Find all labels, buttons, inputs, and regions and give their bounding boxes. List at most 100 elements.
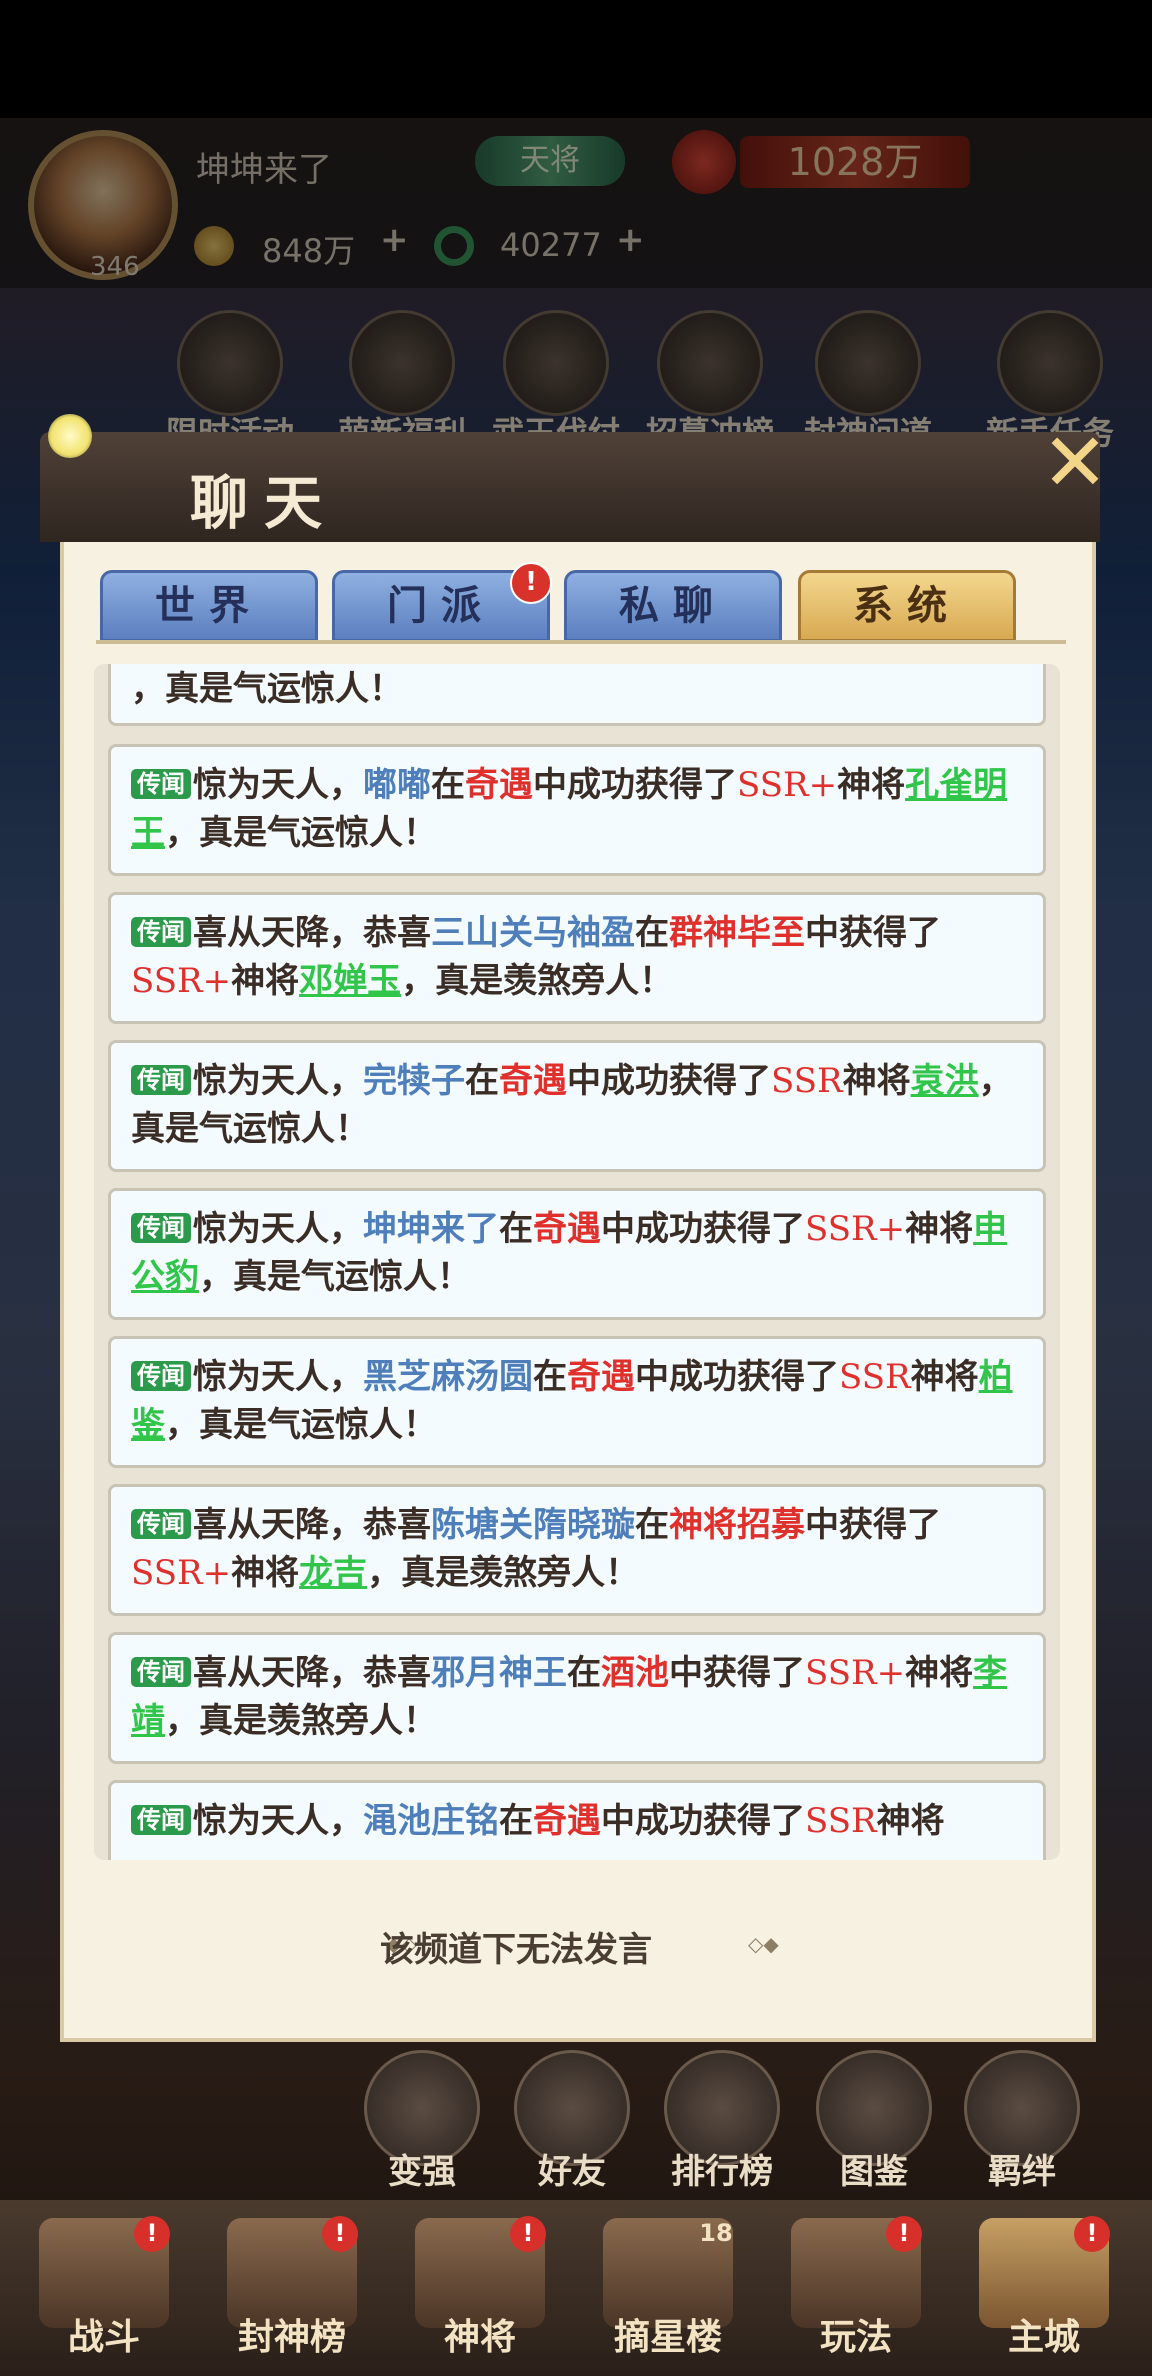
message-text: 惊为天人， <box>193 1061 363 1101</box>
message-text: 神将 <box>231 1553 300 1593</box>
message-text: SSR+ <box>805 1209 906 1249</box>
sect-alert-badge: ! <box>510 562 552 604</box>
lamp-icon <box>48 414 92 458</box>
nav-badge: ! <box>134 2216 170 2252</box>
general-link[interactable]: 邓婵玉 <box>299 961 401 1001</box>
event-name: 酒池 <box>601 1653 669 1693</box>
tab-world[interactable]: 世界 <box>100 570 318 642</box>
message-text: 在 <box>635 913 669 953</box>
rumor-tag: 传闻 <box>131 1361 191 1391</box>
general-link[interactable]: 龙吉 <box>299 1553 367 1593</box>
player-name-link[interactable]: 坤坤来了 <box>363 1209 499 1249</box>
message-text: 中成功获得了 <box>601 1209 805 1249</box>
message-text: SSR <box>839 1357 911 1397</box>
nav-count-badge: 18 <box>699 2219 733 2247</box>
event-name: 神将招募 <box>669 1505 805 1545</box>
nav-badge: ! <box>510 2216 546 2252</box>
message-text: 中获得了 <box>669 1653 805 1693</box>
codex-button[interactable]: 图鉴 <box>804 2050 944 2193</box>
event-name: 奇遇 <box>465 765 533 805</box>
message-text: 惊为天人， <box>193 1357 363 1397</box>
rumor-tag: 传闻 <box>131 1065 191 1095</box>
message-text: ，真是气运惊人！ <box>165 813 437 853</box>
nav-badge: ! <box>886 2216 922 2252</box>
nav-label: 玩法 <box>819 2316 892 2358</box>
message-text: ，真是羡煞旁人！ <box>401 961 674 1001</box>
diamond-ornament-right: ◇◆ <box>748 1932 779 1956</box>
message-text: 喜从天降，恭喜 <box>193 913 431 953</box>
message-item: 传闻 惊为天人，黑芝麻汤圆在奇遇中成功获得了SSR神将柏鉴，真是气运惊人！ <box>108 1336 1046 1468</box>
message-text: 中获得了 <box>805 913 941 953</box>
message-text: SSR+ <box>131 961 232 1001</box>
event-name: 群神毕至 <box>669 913 805 953</box>
message-text: 喜从天降，恭喜 <box>193 1505 431 1545</box>
message-text: ，真是羡煞旁人！ <box>367 1553 640 1593</box>
button-label: 羁绊 <box>988 2152 1056 2192</box>
event-name: 奇遇 <box>533 1801 601 1841</box>
close-button[interactable]: ✕ <box>1030 418 1120 508</box>
player-name-link[interactable]: 渑池庄铭 <box>363 1801 499 1841</box>
message-text: 惊为天人， <box>193 1209 363 1249</box>
rumor-tag: 传闻 <box>131 769 191 799</box>
leaderboard-button[interactable]: 排行榜 <box>652 2050 792 2193</box>
player-name-link[interactable]: 黑芝麻汤圆 <box>363 1357 533 1397</box>
tab-system[interactable]: 系统 <box>798 570 1016 642</box>
tab-private[interactable]: 私聊 <box>564 570 782 642</box>
message-text: 中成功获得了 <box>601 1801 805 1841</box>
button-label: 图鉴 <box>840 2152 908 2192</box>
bond-button[interactable]: 羁绊 <box>952 2050 1092 2193</box>
player-name-link[interactable]: 三山关马袖盈 <box>431 913 635 953</box>
friends-button[interactable]: 好友 <box>502 2050 642 2193</box>
message-item: 传闻 喜从天降，恭喜三山关马袖盈在群神毕至中获得了 SSR+神将邓婵玉，真是羡煞旁人… <box>108 892 1046 1024</box>
message-fragment: ，真是气运惊人！ <box>108 664 1046 726</box>
player-name-link[interactable]: 邪月神王 <box>431 1653 567 1693</box>
nav-badge: ! <box>322 2216 358 2252</box>
message-text: 惊为天人， <box>193 1801 363 1841</box>
message-text: 在 <box>499 1801 533 1841</box>
message-item: 传闻 喜从天降，恭喜邪月神王在酒池中获得了SSR+神将李靖，真是羡煞旁人！ <box>108 1632 1046 1764</box>
message-text: 喜从天降，恭喜 <box>193 1653 431 1693</box>
message-text: 在 <box>499 1209 533 1249</box>
button-label: 好友 <box>538 2152 606 2192</box>
message-text: ，真是气运惊人！ <box>165 1405 437 1445</box>
message-text: SSR+ <box>805 1653 906 1693</box>
message-item: 传闻 惊为天人，坤坤来了在奇遇中成功获得了SSR+神将申公豹，真是气运惊人！ <box>108 1188 1046 1320</box>
message-text: 神将 <box>876 1801 945 1841</box>
nav-label: 主城 <box>1007 2316 1080 2358</box>
function-buttons: 变强 好友 排行榜 图鉴 羁绊 <box>0 2050 1152 2200</box>
message-text: 中成功获得了 <box>635 1357 839 1397</box>
message-text: SSR+ <box>737 765 838 805</box>
message-text: 神将 <box>905 1653 974 1693</box>
general-link[interactable]: 袁洪 <box>911 1061 979 1101</box>
message-text: 在 <box>567 1653 601 1693</box>
event-name: 奇遇 <box>567 1357 635 1397</box>
message-item: 传闻 惊为天人，完犊子在奇遇中成功获得了SSR神将袁洪，真是气运惊人！ <box>108 1040 1046 1172</box>
rumor-tag: 传闻 <box>131 1213 191 1243</box>
message-text: SSR+ <box>131 1553 232 1593</box>
nav-label: 神将 <box>443 2316 516 2358</box>
player-name-link[interactable]: 陈塘关隋晓璇 <box>431 1505 635 1545</box>
message-text: 中获得了 <box>805 1505 941 1545</box>
button-label: 变强 <box>388 2152 456 2192</box>
rumor-tag: 传闻 <box>131 1657 191 1687</box>
tab-divider <box>96 640 1066 644</box>
message-text: SSR <box>771 1061 843 1101</box>
player-name-link[interactable]: 完犊子 <box>363 1061 465 1101</box>
event-name: 奇遇 <box>499 1061 567 1101</box>
event-name: 奇遇 <box>533 1209 601 1249</box>
message-text: 在 <box>635 1505 669 1545</box>
chat-title: 聊天 <box>190 469 339 537</box>
message-text: 在 <box>533 1357 567 1397</box>
player-name-link[interactable]: 嘟嘟 <box>363 765 431 805</box>
message-item: 传闻 惊为天人，嘟嘟在奇遇中成功获得了SSR+神将孔雀明王，真是气运惊人！ <box>108 744 1046 876</box>
message-text: ，真是羡煞旁人！ <box>165 1701 437 1741</box>
message-text: 在 <box>465 1061 499 1101</box>
power-up-button[interactable]: 变强 <box>352 2050 492 2193</box>
rumor-tag: 传闻 <box>131 917 191 947</box>
message-text: 中成功获得了 <box>533 765 737 805</box>
message-text: ，真是气运惊人！ <box>199 1257 471 1297</box>
message-text: 神将 <box>842 1061 911 1101</box>
message-list[interactable]: ，真是气运惊人！ 传闻 惊为天人，嘟嘟在奇遇中成功获得了SSR+神将孔雀明王，真是… <box>94 664 1060 1860</box>
message-text: 中成功获得了 <box>567 1061 771 1101</box>
nav-badge: ! <box>1074 2216 1110 2252</box>
